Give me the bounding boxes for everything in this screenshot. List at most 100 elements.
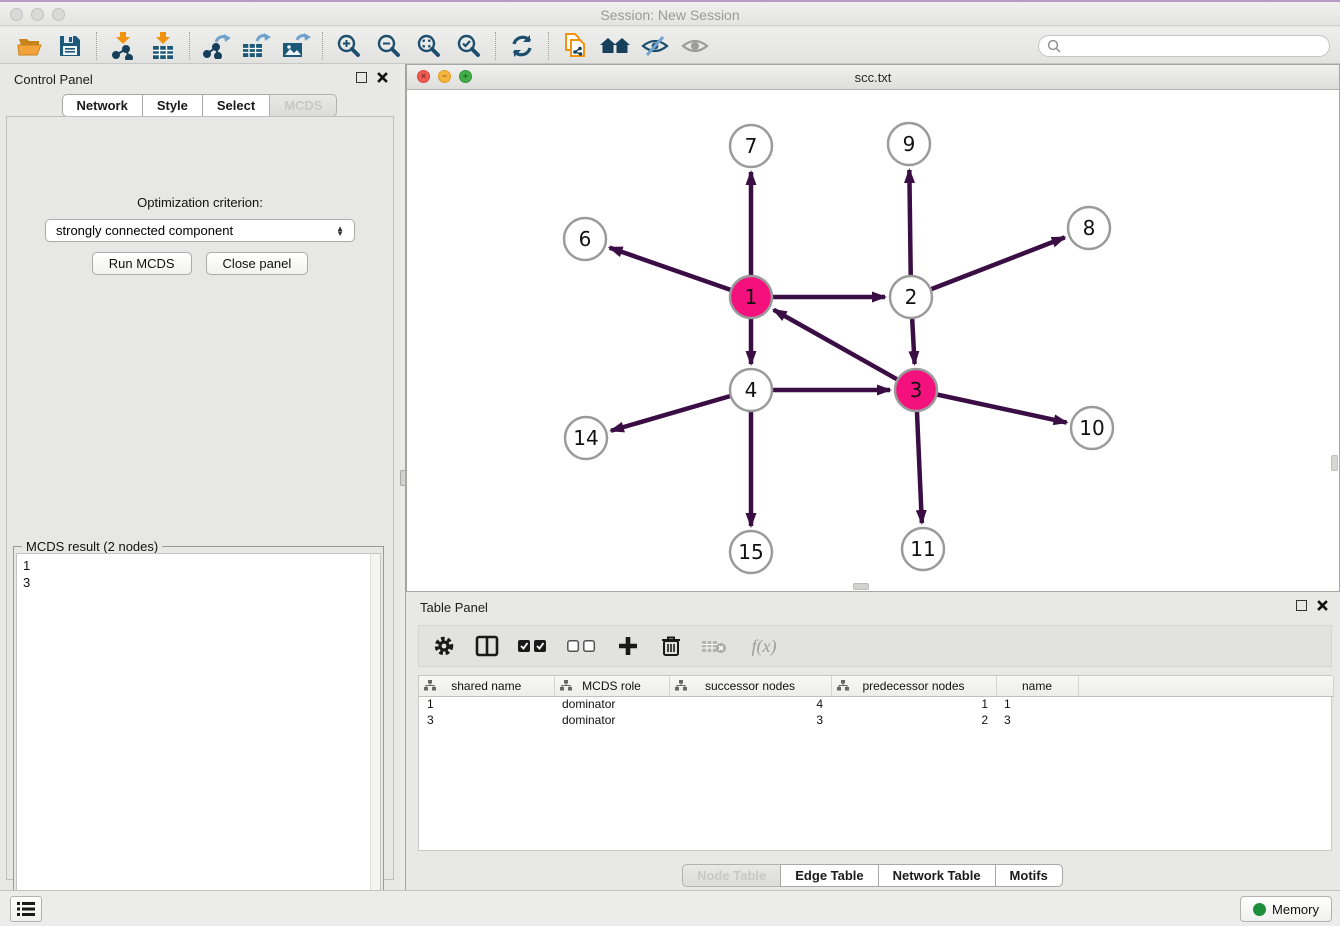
tab-style[interactable]: Style [142,94,203,117]
network-window: × − + scc.txt 7968124314101511 [406,64,1340,592]
table-tab-edge-table[interactable]: Edge Table [780,864,878,887]
column-header-filler [1078,676,1333,696]
create-column-button[interactable] [615,633,641,659]
export-network-icon [202,33,230,59]
network-canvas[interactable]: 7968124314101511 [407,90,1339,591]
table-row-0[interactable]: 1dominator411 [419,696,1333,712]
sort-hierarchy-icon [424,680,436,691]
cell-mcds-role[interactable]: dominator [554,696,669,712]
show-all-button[interactable] [675,30,715,62]
open-session-button[interactable] [10,30,50,62]
mcds-result-text: 1 3 [23,557,30,591]
graph-edge-2-8[interactable] [911,237,1065,297]
first-neighbors-icon [599,34,631,58]
result-scrollbar[interactable] [370,554,380,920]
zoom-fit-button[interactable] [409,30,449,62]
export-network-button[interactable] [196,30,236,62]
graph-node-label-8: 8 [1083,216,1096,240]
criterion-value: strongly connected component [56,223,233,238]
column-header-mcds-role[interactable]: MCDS role [554,676,669,696]
cell-name[interactable]: 1 [996,696,1078,712]
table-tab-node-table[interactable]: Node Table [682,864,781,887]
dropdown-stepper-icon: ▲▼ [336,226,344,236]
close-panel-button[interactable]: Close panel [206,252,309,275]
cell-successor-nodes[interactable]: 4 [669,696,831,712]
refresh-button[interactable] [502,30,542,62]
unselect-all-columns-button[interactable] [566,633,598,659]
close-panel-icon[interactable] [377,72,388,83]
hide-selected-button[interactable] [635,30,675,62]
import-network-button[interactable] [103,30,143,62]
columns-icon [475,635,499,657]
export-table-icon [241,33,271,59]
export-table-button[interactable] [236,30,276,62]
delete-column-button[interactable] [658,633,684,659]
float-table-panel-icon[interactable] [1296,600,1307,611]
tab-mcds[interactable]: MCDS [269,94,337,117]
mcds-result-area[interactable]: 1 3 [16,553,381,921]
save-session-button[interactable] [50,30,90,62]
cell-name[interactable]: 3 [996,712,1078,728]
zoom-selected-button[interactable] [449,30,489,62]
table-tab-network-table[interactable]: Network Table [878,864,996,887]
plus-icon [617,635,639,657]
task-history-button[interactable] [10,896,42,922]
zoom-in-button[interactable] [329,30,369,62]
cell-predecessor-nodes[interactable]: 2 [831,712,996,728]
zoom-out-button[interactable] [369,30,409,62]
tab-network[interactable]: Network [62,94,143,117]
column-header-predecessor-nodes[interactable]: predecessor nodes [831,676,996,696]
column-header-name[interactable]: name [996,676,1078,696]
show-all-icon [681,34,709,58]
cell-filler [1078,712,1333,728]
fx-icon: f(x) [752,636,777,657]
close-table-panel-icon[interactable] [1317,600,1328,611]
tab-select[interactable]: Select [202,94,270,117]
toolbar-separator [189,32,190,60]
show-column-panel-button[interactable] [474,633,500,659]
table-row-1[interactable]: 3dominator323 [419,712,1333,728]
export-image-icon [281,33,311,59]
column-header-successor-nodes[interactable]: successor nodes [669,676,831,696]
cell-successor-nodes[interactable]: 3 [669,712,831,728]
graph-node-label-9: 9 [903,132,916,156]
delete-table-button[interactable] [701,633,727,659]
float-panel-icon[interactable] [356,72,367,83]
zoom-out-icon [376,33,402,59]
table-panel-title: Table Panel [420,600,488,615]
search-field[interactable] [1038,35,1330,57]
graph-edge-3-1[interactable] [774,310,916,390]
memory-button[interactable]: Memory [1240,896,1332,922]
node-table-container: shared nameMCDS rolesuccessor nodes prede… [418,675,1332,851]
criterion-dropdown[interactable]: strongly connected component ▲▼ [45,219,355,242]
canvas-vscroll-thumb[interactable] [1331,455,1338,471]
cell-predecessor-nodes[interactable]: 1 [831,696,996,712]
column-label: predecessor nodes [862,679,964,693]
table-settings-button[interactable] [431,633,457,659]
export-image-button[interactable] [276,30,316,62]
sort-hierarchy-icon [675,680,687,691]
copy-style-button[interactable] [555,30,595,62]
graph-node-label-14: 14 [573,426,598,450]
canvas-hscroll-thumb[interactable] [853,583,869,590]
select-all-columns-button[interactable] [517,633,549,659]
search-input[interactable] [1066,39,1321,53]
graph-edge-3-10[interactable] [916,390,1067,423]
run-mcds-button[interactable]: Run MCDS [92,252,192,275]
column-header-shared-name[interactable]: shared name [419,676,554,696]
checkboxes-unchecked-icon [567,639,597,653]
function-builder-button[interactable]: f(x) [744,633,784,659]
delete-table-icon [701,637,727,655]
table-toolbar: f(x) [418,625,1332,667]
graph-node-label-11: 11 [910,537,935,561]
cell-shared-name[interactable]: 3 [419,712,554,728]
save-session-icon [58,34,82,58]
import-table-button[interactable] [143,30,183,62]
table-tab-motifs[interactable]: Motifs [995,864,1063,887]
list-icon [17,901,35,917]
zoom-selected-icon [456,33,482,59]
cell-mcds-role[interactable]: dominator [554,712,669,728]
first-neighbors-button[interactable] [595,30,635,62]
graph-edge-1-6[interactable] [610,248,751,297]
cell-shared-name[interactable]: 1 [419,696,554,712]
